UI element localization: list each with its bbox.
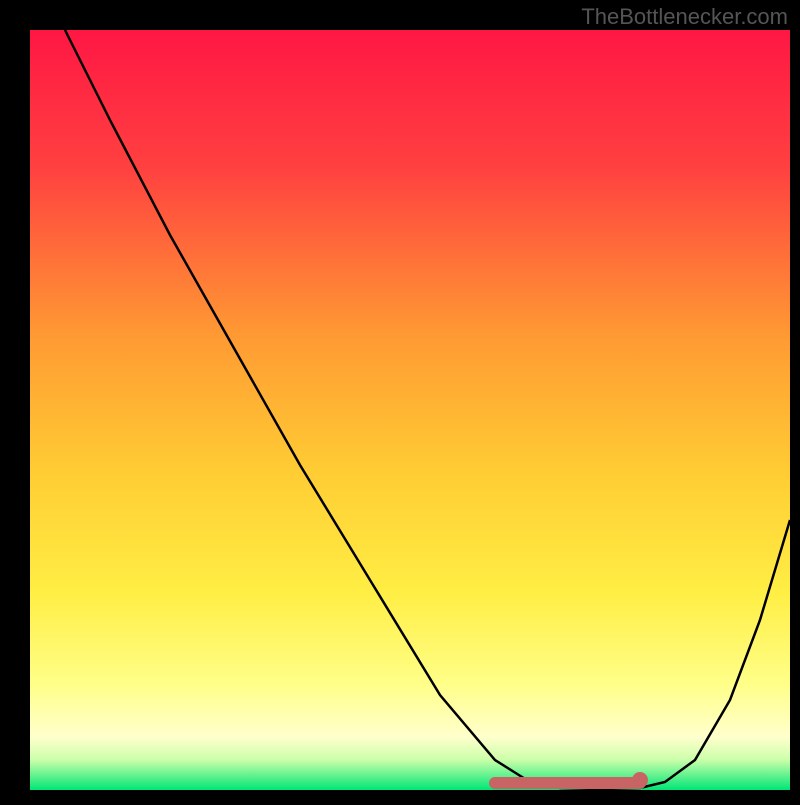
chart-svg (0, 0, 800, 800)
plot-background (30, 30, 790, 790)
bottleneck-chart (0, 0, 800, 800)
optimal-point-marker (632, 772, 648, 788)
watermark-text: TheBottlenecker.com (581, 4, 788, 30)
